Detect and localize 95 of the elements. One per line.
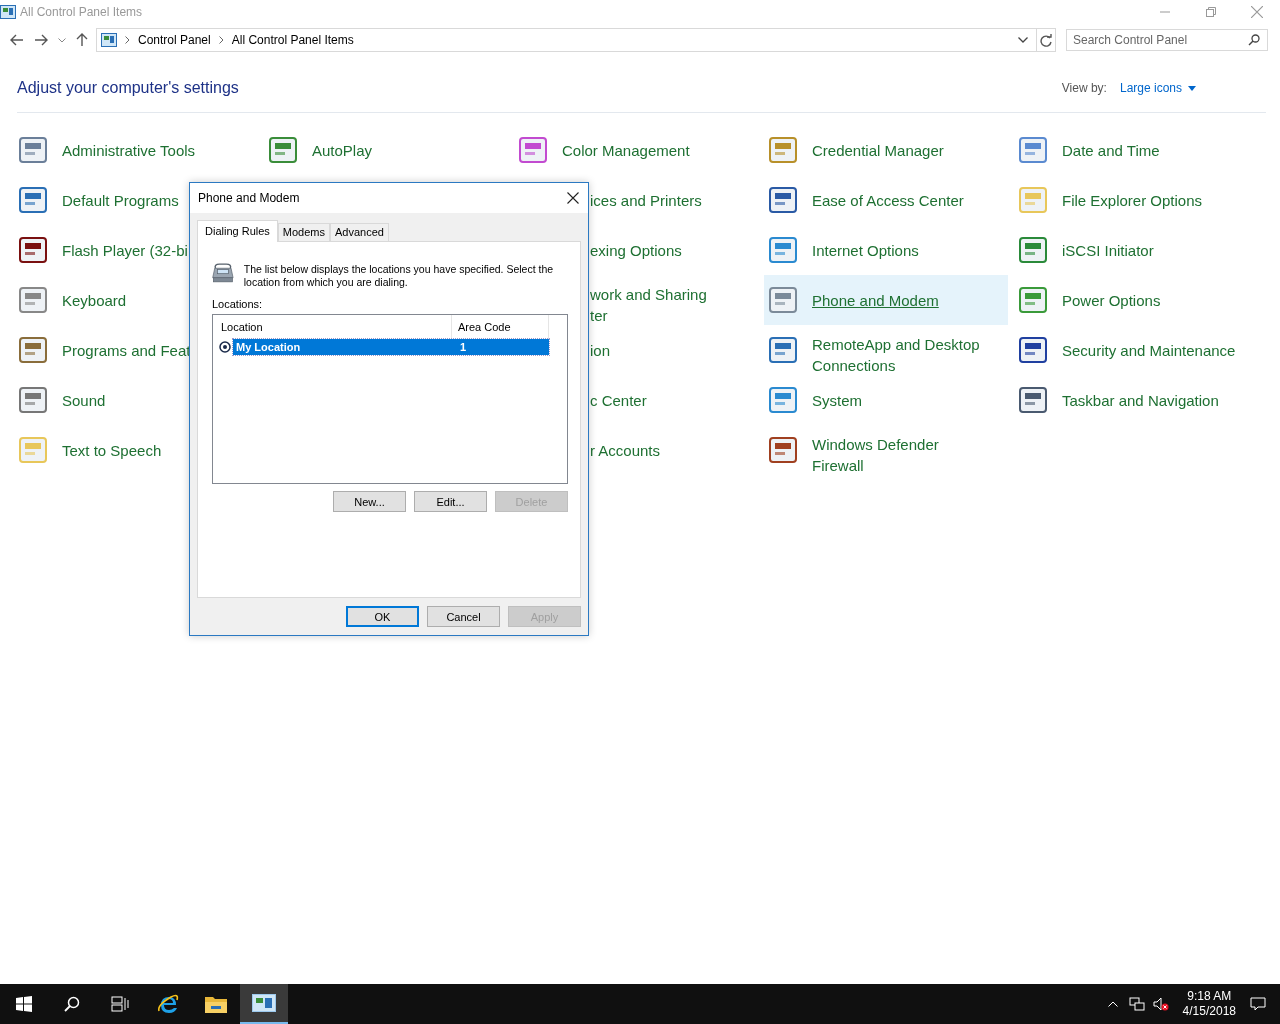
- dialog-button[interactable]: Cancel: [427, 606, 500, 627]
- list-button[interactable]: New...: [333, 491, 406, 512]
- breadcrumb[interactable]: Control Panel: [138, 33, 211, 47]
- dialog-button[interactable]: OK: [346, 606, 419, 627]
- window-title: All Control Panel Items: [20, 5, 143, 19]
- clock[interactable]: 9:18 AM 4/15/2018: [1182, 989, 1236, 1019]
- network-icon[interactable]: [1128, 997, 1145, 1011]
- applet-icon: [18, 334, 50, 366]
- tab[interactable]: Modems: [277, 223, 330, 241]
- up-arrow-icon[interactable]: [76, 33, 88, 47]
- applet-icon: [518, 134, 550, 166]
- chevron-down-icon[interactable]: [58, 37, 66, 43]
- search-field[interactable]: Search Control Panel: [1066, 29, 1268, 51]
- control-panel-item[interactable]: System: [764, 375, 866, 425]
- control-panel-item[interactable]: iSCSI Initiator: [1014, 225, 1158, 275]
- restore-icon[interactable]: [1206, 7, 1216, 17]
- control-panel-item[interactable]: Default Programs: [14, 175, 183, 225]
- description-text: The list below displays the locations you have specified. Select the location from which you are dialing.: [243, 263, 555, 289]
- applet-icon: [1018, 334, 1050, 366]
- control-panel-item[interactable]: Security and Maintenance: [1014, 325, 1240, 375]
- page-heading: Adjust your computer's settings: [17, 79, 240, 97]
- control-panel-item[interactable]: exing Options: [586, 225, 686, 275]
- back-arrow-icon[interactable]: [10, 34, 24, 46]
- control-panel-item[interactable]: Taskbar and Navigation: [1014, 375, 1223, 425]
- applet-icon: [18, 184, 50, 216]
- control-panel-item[interactable]: r Accounts: [586, 425, 665, 475]
- refresh-icon[interactable]: [1040, 33, 1052, 47]
- control-panel-item[interactable]: RemoteApp and Desktop Connections: [764, 325, 984, 375]
- control-panel-icon: [0, 5, 16, 19]
- control-panel-item[interactable]: Keyboard: [14, 275, 131, 325]
- view-by-label: View by:: [1061, 81, 1107, 95]
- control-panel-item[interactable]: Color Management: [514, 125, 694, 175]
- view-by-dropdown[interactable]: Large icons: [1119, 81, 1196, 95]
- control-panel-item[interactable]: Phone and Modem: [764, 275, 1008, 325]
- applet-icon: [1018, 184, 1050, 216]
- control-panel-item[interactable]: work and Sharing ter: [586, 275, 711, 325]
- control-panel-item[interactable]: ices and Printers: [586, 175, 706, 225]
- applet-icon: [768, 134, 800, 166]
- chevron-right-icon: [218, 36, 224, 44]
- applet-icon: [768, 434, 800, 466]
- applet-icon: [1018, 384, 1050, 416]
- control-panel-item[interactable]: File Explorer Options: [1014, 175, 1207, 225]
- dropdown-icon[interactable]: [1018, 37, 1028, 43]
- applet-icon: [18, 434, 50, 466]
- list-button[interactable]: Edit...: [414, 491, 487, 512]
- forward-arrow-icon[interactable]: [34, 34, 48, 46]
- location-row[interactable]: My Location 1: [233, 339, 549, 355]
- applet-icon: [768, 284, 800, 316]
- control-panel-item[interactable]: Text to Speech: [14, 425, 166, 475]
- control-panel-item[interactable]: c Center: [586, 375, 651, 425]
- applet-icon: [18, 134, 50, 166]
- applet-icon: [1018, 134, 1050, 166]
- search-icon[interactable]: [1248, 34, 1260, 46]
- applet-icon: [768, 384, 800, 416]
- locations-label: Locations:: [212, 298, 264, 310]
- search-icon[interactable]: [64, 996, 80, 1012]
- close-icon[interactable]: [567, 192, 579, 204]
- applet-icon: [768, 184, 800, 216]
- control-panel-item[interactable]: Ease of Access Center: [764, 175, 968, 225]
- muted-speaker-icon[interactable]: [1152, 997, 1169, 1011]
- address-bar[interactable]: Control Panel All Control Panel Items: [96, 28, 1056, 52]
- dialog-title: Phone and Modem: [198, 191, 301, 205]
- applet-icon: [768, 234, 800, 266]
- internet-explorer-icon[interactable]: [156, 992, 180, 1016]
- control-panel-item[interactable]: AutoPlay: [264, 125, 377, 175]
- applet-icon: [18, 384, 50, 416]
- control-panel-item[interactable]: Windows Defender Firewall: [764, 425, 943, 475]
- control-panel-item[interactable]: Sound: [14, 375, 110, 425]
- control-panel-item[interactable]: Programs and Feat: [14, 325, 195, 375]
- control-panel-item[interactable]: Date and Time: [1014, 125, 1164, 175]
- task-view-icon[interactable]: [111, 996, 129, 1012]
- control-panel-item[interactable]: Administrative Tools: [14, 125, 200, 175]
- tab[interactable]: Advanced: [330, 223, 389, 241]
- applet-icon: [1018, 234, 1050, 266]
- control-panel-item[interactable]: Internet Options: [764, 225, 923, 275]
- applet-icon: [18, 284, 50, 316]
- control-panel-item[interactable]: Flash Player (32-bi: [14, 225, 192, 275]
- applet-icon: [1018, 284, 1050, 316]
- applet-icon: [268, 134, 300, 166]
- breadcrumb[interactable]: All Control Panel Items: [231, 33, 354, 47]
- windows-logo-icon[interactable]: [16, 996, 32, 1012]
- control-panel-icon: [101, 33, 117, 47]
- folder-icon[interactable]: [204, 994, 228, 1014]
- control-panel-item[interactable]: Credential Manager: [764, 125, 948, 175]
- chevron-up-icon[interactable]: [1107, 1001, 1118, 1007]
- control-panel-item[interactable]: ion: [586, 325, 615, 375]
- tab[interactable]: Dialing Rules: [197, 220, 278, 242]
- notification-icon[interactable]: [1250, 997, 1266, 1011]
- control-panel-item[interactable]: Power Options: [1014, 275, 1165, 325]
- locations-list[interactable]: Location Area Code My Location 1: [212, 314, 568, 484]
- chevron-right-icon: [125, 36, 130, 44]
- applet-icon: [768, 334, 800, 366]
- applet-icon: [18, 234, 50, 266]
- caret-down-icon: [1188, 85, 1196, 91]
- control-panel-icon[interactable]: [252, 994, 276, 1012]
